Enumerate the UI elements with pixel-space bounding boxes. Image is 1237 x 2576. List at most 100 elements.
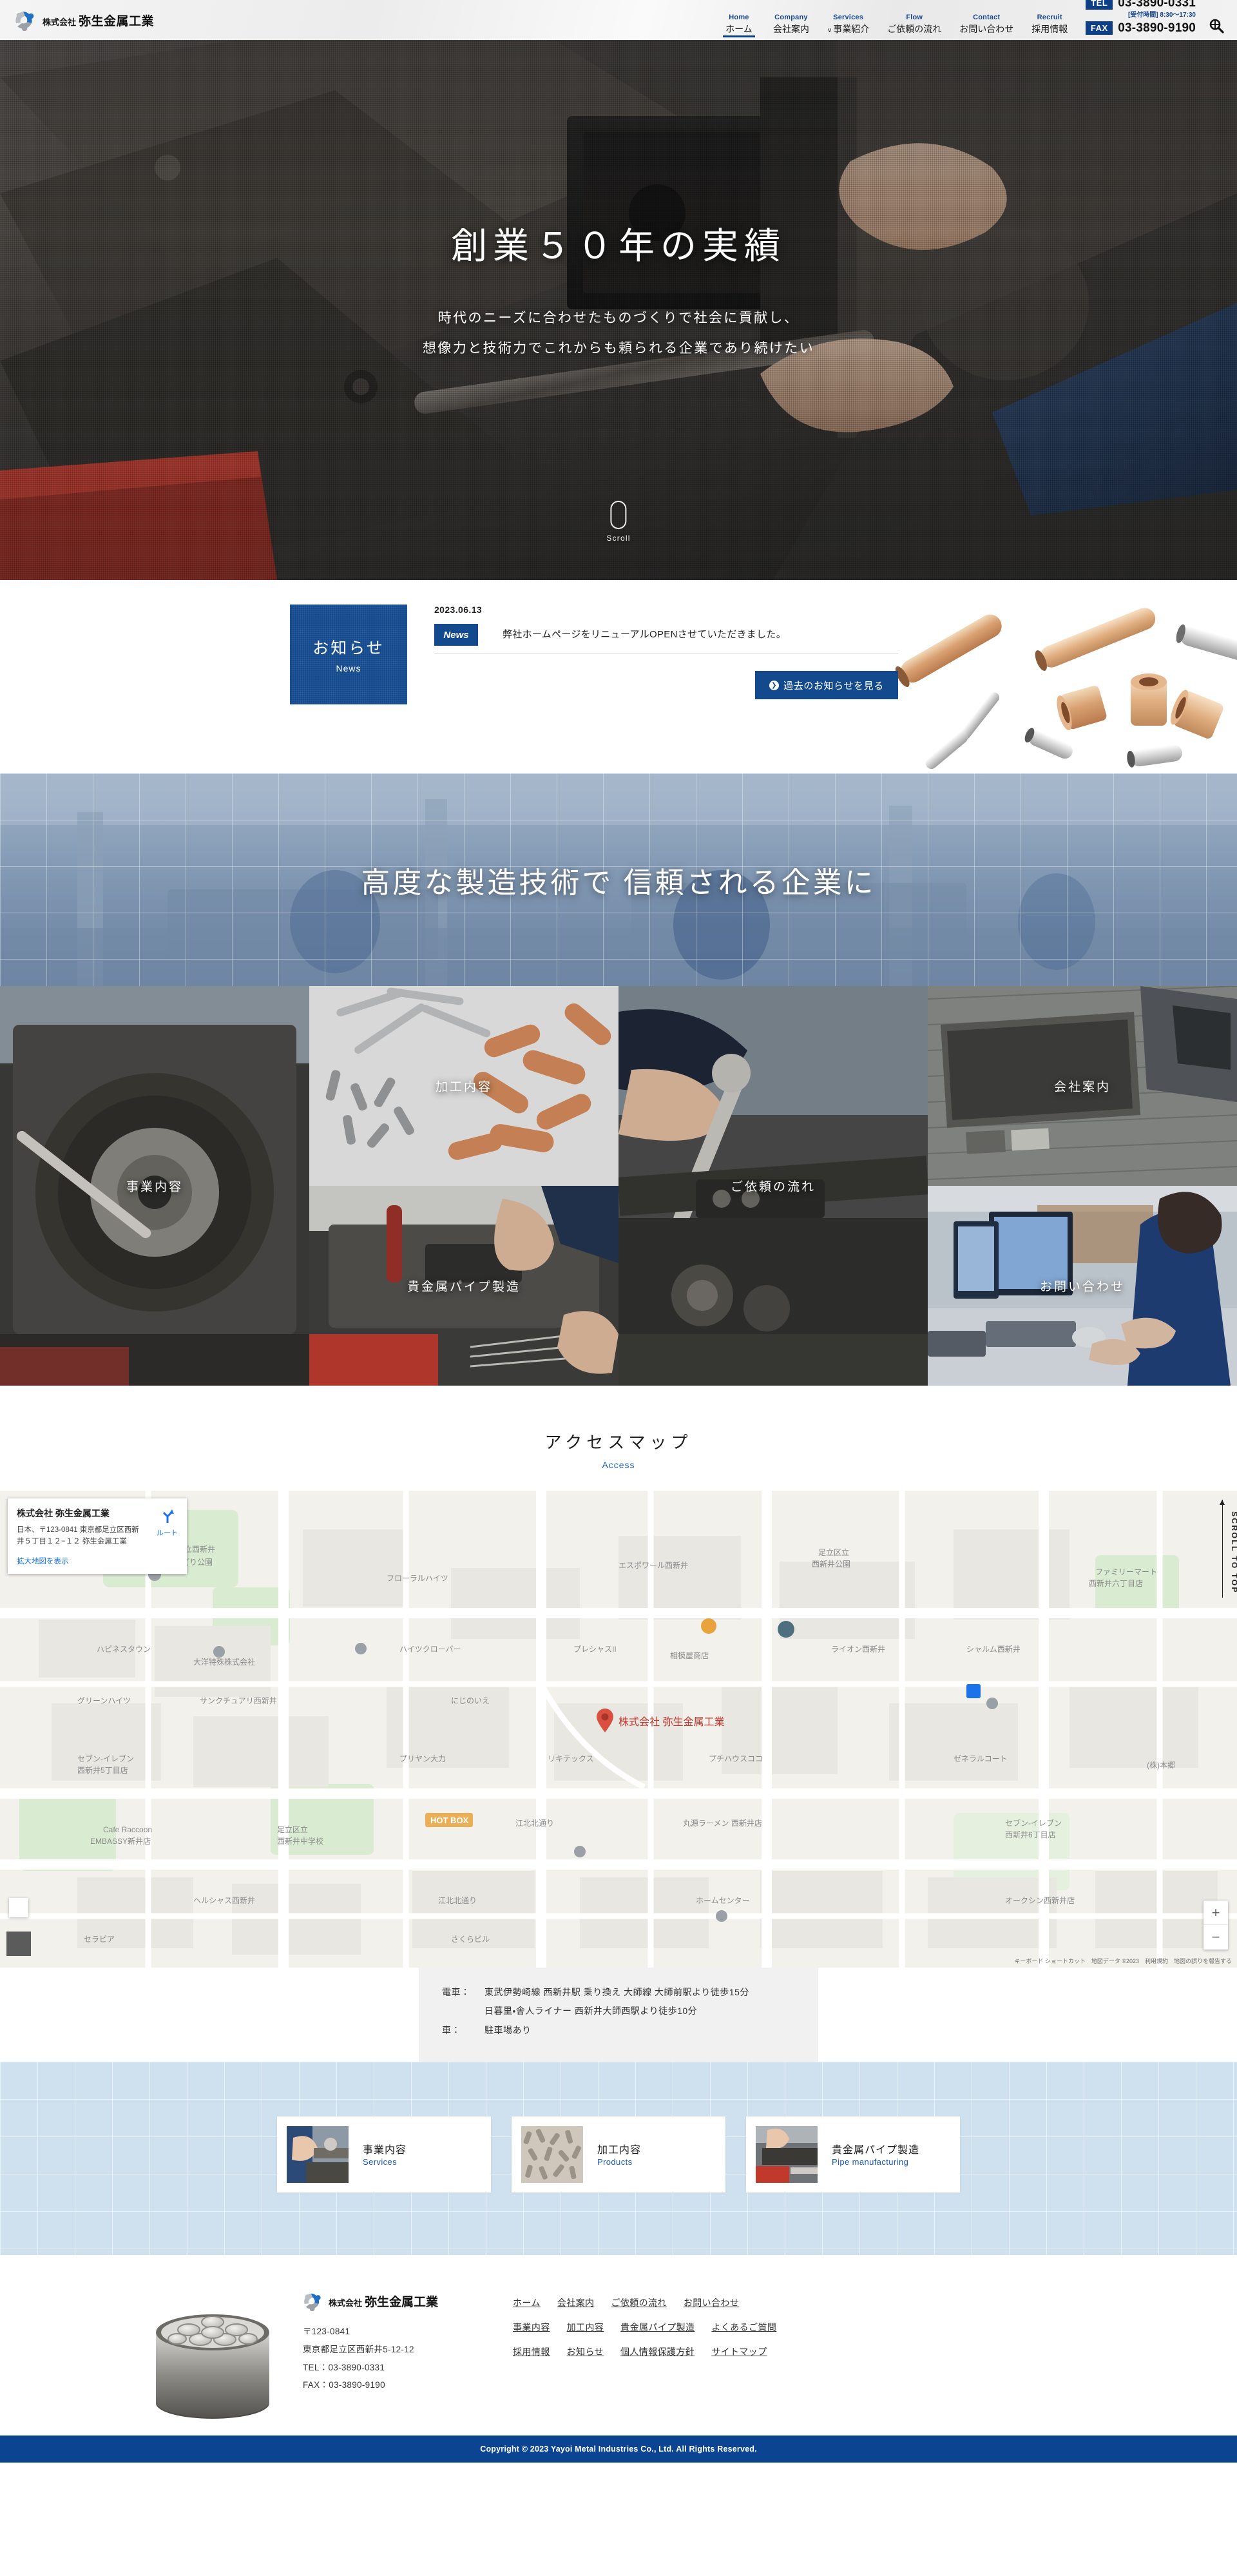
access-title-en: Access xyxy=(602,1460,635,1470)
chevron-down-icon: ∨ xyxy=(827,27,832,34)
svg-text:ヘルシャス西新井: ヘルシャス西新井 xyxy=(193,1896,255,1905)
svg-text:(株)本郷: (株)本郷 xyxy=(1147,1760,1175,1770)
nav-label-ja: 会社案内 xyxy=(772,24,809,34)
hero-content: 創業５０年の実績 時代のニーズに合わせたものづくりで社会に貢献し、 想像力と技術… xyxy=(0,0,1237,580)
news-archive-label: 過去のお知らせを見る xyxy=(783,680,884,692)
news-item-category: News xyxy=(434,624,478,646)
nav-item-flow[interactable]: Flow ご依頼の流れ xyxy=(878,13,950,36)
nav-label-en: Contact xyxy=(973,13,1001,21)
map-fullscreen-button[interactable] xyxy=(9,1898,28,1917)
news-list: 2023.06.13 News 弊社ホームページをリニューアルOPENさせていた… xyxy=(434,605,898,704)
footer-link-contact[interactable]: お問い合わせ xyxy=(684,2296,739,2309)
tagline-band: 高度な製造技術で 信頼される企業に xyxy=(0,773,1237,986)
footer-link-sitemap[interactable]: サイトマップ xyxy=(711,2345,767,2358)
footer-link-flow[interactable]: ご依頼の流れ xyxy=(611,2296,666,2309)
grid-cell-contact[interactable]: お問い合わせ xyxy=(928,1186,1237,1386)
footer-link-pipe[interactable]: 貴金属パイプ製造 xyxy=(620,2321,695,2334)
nav-item-home[interactable]: Home ホーム xyxy=(714,13,764,38)
footer-link-faq[interactable]: よくあるご質問 xyxy=(711,2321,776,2334)
grid-cell-pipe-manufacturing[interactable]: 貴金属パイプ製造 xyxy=(309,1186,618,1386)
footer-link-recruit[interactable]: 採用情報 xyxy=(513,2345,550,2358)
banner-label-en: Products xyxy=(597,2157,633,2167)
svg-text:西新井5丁目店: 西新井5丁目店 xyxy=(77,1766,128,1775)
map-info-title: 株式会社 弥生金属工業 xyxy=(17,1508,110,1518)
nav-item-company[interactable]: Company 会社案内 xyxy=(764,13,818,36)
footer-link-services[interactable]: 事業内容 xyxy=(513,2321,550,2334)
news-item[interactable]: News 弊社ホームページをリニューアルOPENさせていただきました。 xyxy=(434,624,898,654)
banner-thumb-products xyxy=(521,2126,583,2184)
svg-text:ゼネラルコート: ゼネラルコート xyxy=(954,1754,1008,1763)
header-logo[interactable]: 株式会社 弥生金属工業 xyxy=(0,9,154,32)
footer-link-company[interactable]: 会社案内 xyxy=(557,2296,595,2309)
footer-link-privacy[interactable]: 個人情報保護方針 xyxy=(620,2345,695,2358)
grid-cell-products[interactable]: 加工内容 xyxy=(309,986,618,1186)
svg-text:EMBASSY新井店: EMBASSY新井店 xyxy=(90,1837,151,1846)
map-route-button[interactable]: ルート xyxy=(157,1507,178,1538)
hero-subtitle-line1: 時代のニーズに合わせたものづくりで社会に貢献し、 xyxy=(437,310,800,326)
scroll-label: Scroll xyxy=(606,534,631,543)
access-heading: アクセスマップ Access xyxy=(0,1429,1237,1470)
map-zoom-out-button[interactable]: − xyxy=(1203,1925,1228,1950)
svg-text:プチハウスココ: プチハウスココ xyxy=(709,1754,763,1763)
banner-label-en: Services xyxy=(363,2157,398,2167)
grid-col-4: 会社案内 お問い合わせ xyxy=(928,986,1237,1386)
search-icon[interactable] xyxy=(1206,15,1227,36)
directions-icon xyxy=(162,1509,174,1523)
map-attribution: キーボード ショートカット 地図データ ©2023 利用規約 地図の誤りを報告す… xyxy=(1014,1958,1232,1964)
footer-link-home[interactable]: ホーム xyxy=(513,2296,541,2309)
footer-address-block: 〒123-0841 東京都足立区西新井5-12-12 TEL：03-3890-0… xyxy=(303,2323,438,2394)
grid-cell-company[interactable]: 会社案内 xyxy=(928,986,1237,1186)
chevron-right-icon: ❯ xyxy=(769,680,780,690)
logo-glyph xyxy=(304,2293,321,2312)
banner-pipe-manufacturing[interactable]: 貴金属パイプ製造 Pipe manufacturing xyxy=(746,2116,960,2193)
nav-label-en: Company xyxy=(774,13,808,21)
grid-cell-services[interactable]: 事業内容 xyxy=(0,986,309,1386)
svg-text:西新井中学校: 西新井中学校 xyxy=(277,1836,323,1846)
nav-label-ja: 採用情報 xyxy=(1031,24,1068,34)
tel-tag: TEL xyxy=(1086,0,1113,10)
banner-list: 事業内容 Services 加工内容 Products 貴金属パイプ製造 Pip… xyxy=(0,2062,1237,2193)
svg-text:ハピネスタウン: ハピネスタウン xyxy=(97,1645,151,1654)
tel-number: 03-3890-0331 xyxy=(1118,0,1196,10)
banner-services[interactable]: 事業内容 Services xyxy=(277,2116,491,2193)
map-company-marker[interactable]: 株式会社 弥生金属工業 xyxy=(596,1709,724,1733)
map-zoom-controls: + − xyxy=(1203,1901,1228,1950)
footer-address: 東京都足立区西新井5-12-12 xyxy=(303,2344,414,2354)
access-directions: 電車： 東武伊勢崎線 西新井駅 乗り換え 大師線 大師前駅より徒歩15分 日暮里… xyxy=(419,1968,818,2062)
nav-item-contact[interactable]: Contact お問い合わせ xyxy=(950,13,1022,36)
nav-label-ja: ホーム xyxy=(725,24,753,34)
map-expand-link[interactable]: 拡大地図を表示 xyxy=(17,1556,178,1566)
news-archive-button[interactable]: ❯ 過去のお知らせを見る xyxy=(755,671,898,699)
banner-label-en: Pipe manufacturing xyxy=(832,2157,909,2167)
scroll-to-top-button[interactable]: SCROLL TO TOP xyxy=(1220,1500,1237,1598)
access-train-line2: 日暮里・舎人ライナー 西新井大師西駅より徒歩10分 xyxy=(484,2006,698,2017)
access-title-ja: アクセスマップ xyxy=(544,1433,693,1452)
footer-link-news[interactable]: お知らせ xyxy=(567,2345,604,2358)
svg-text:セブン-イレブン: セブン-イレブン xyxy=(77,1754,134,1763)
header-tel-row[interactable]: TEL 03-3890-0331 xyxy=(1086,0,1196,10)
category-image-grid: 事業内容 加工内容 貴金属パイプ製造 ご依頼の流れ 会社案内 お問い合わせ xyxy=(0,986,1237,1386)
svg-text:西新井6丁目店: 西新井6丁目店 xyxy=(1005,1830,1056,1839)
footer-logo-prefix: 株式会社 xyxy=(329,2298,363,2309)
map-route-label: ルート xyxy=(157,1529,178,1537)
banner-products[interactable]: 加工内容 Products xyxy=(512,2116,725,2193)
svg-text:プリヤン大力: プリヤン大力 xyxy=(399,1754,446,1763)
footer-logo[interactable]: 株式会社 弥生金属工業 xyxy=(303,2291,438,2312)
company-logo-icon xyxy=(303,2291,323,2312)
footer-link-products[interactable]: 加工内容 xyxy=(567,2321,604,2334)
map-info-address: 日本、〒123-0841 東京都足立区西新井５丁目１２−１２ 弥生金属工業 xyxy=(17,1526,139,1545)
map-zoom-in-button[interactable]: + xyxy=(1203,1901,1228,1925)
access-map[interactable]: 足立区立西新井 みどり公園 フローラルハイツ エスポワール西新井 足立区立 西新井公園… xyxy=(0,1491,1237,1968)
grid-cell-flow[interactable]: ご依頼の流れ xyxy=(618,986,928,1386)
nav-item-services[interactable]: Services ∨ 事業紹介 xyxy=(818,13,878,36)
svg-text:江北北通り: 江北北通り xyxy=(438,1896,477,1905)
banner-thumb-services xyxy=(287,2126,349,2184)
scroll-indicator[interactable]: Scroll xyxy=(606,501,630,543)
svg-text:足立区立: 足立区立 xyxy=(818,1548,849,1557)
nav-item-recruit[interactable]: Recruit 採用情報 xyxy=(1022,13,1077,36)
footer-postal-code: 〒123-0841 xyxy=(303,2327,350,2337)
svg-text:江北北通り: 江北北通り xyxy=(515,1819,554,1828)
nav-label-en: Home xyxy=(729,13,749,21)
map-streetview-thumbnail[interactable] xyxy=(6,1932,31,1956)
svg-text:オークシン西新井店: オークシン西新井店 xyxy=(1005,1896,1075,1905)
